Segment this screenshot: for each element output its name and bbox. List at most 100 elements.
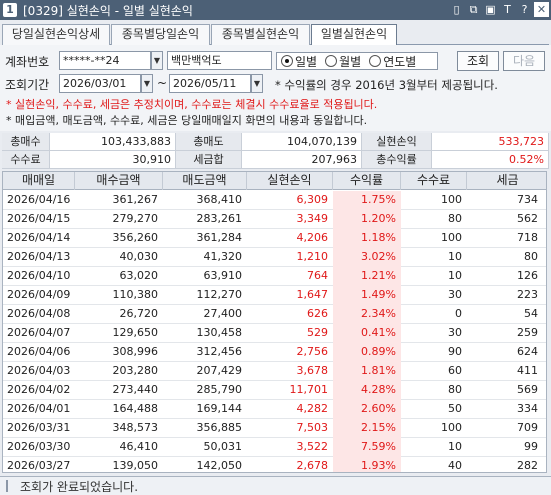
grid-header: 매매일 매수금액 매도금액 실현손익 수익률 수수료 세금 <box>3 172 546 190</box>
period-tilde: ~ <box>157 76 168 90</box>
tab-stock-realized[interactable]: 종목별실현손익 <box>211 24 310 45</box>
cell-return: 2.15% <box>333 419 401 438</box>
table-row[interactable]: 2026/04/01 164,488 169,144 4,282 2.60% 50 334 <box>3 400 546 419</box>
cell-date: 2026/04/16 <box>7 193 71 206</box>
tab-daily-detail[interactable]: 당일실현손익상세 <box>2 24 110 45</box>
cell-buy-amount: 46,410 <box>119 440 159 453</box>
cell-tax: 126 <box>517 269 538 282</box>
table-row[interactable]: 2026/04/09 110,380 112,270 1,647 1.49% 30 223 <box>3 286 546 305</box>
radio-monthly[interactable]: 월별 <box>325 53 361 70</box>
cell-date: 2026/04/08 <box>7 307 71 320</box>
table-row[interactable]: 2026/03/27 139,050 142,050 2,678 1.93% 40 282 <box>3 457 546 472</box>
account-number-input[interactable]: *****-**24 <box>59 51 151 70</box>
cell-return: 0.41% <box>333 324 401 343</box>
radio-daily[interactable]: 일별 <box>281 53 317 70</box>
cell-sell-amount: 368,410 <box>196 193 243 206</box>
cell-return: 2.60% <box>333 400 401 419</box>
cell-return: 1.81% <box>333 362 401 381</box>
radio-yearly[interactable]: 연도별 <box>369 53 416 70</box>
cell-fee: 30 <box>448 326 462 339</box>
start-date-input[interactable]: 2026/03/01 <box>59 74 141 93</box>
pin-icon[interactable]: T <box>500 2 515 17</box>
account-label: 계좌번호 <box>5 55 50 69</box>
account-dropdown-button[interactable]: ▼ <box>151 51 163 70</box>
summary-realized-value: 533,723 <box>432 133 549 151</box>
radio-monthly-dot[interactable] <box>325 55 338 67</box>
table-row[interactable]: 2026/04/15 279,270 283,261 3,349 1.20% 80 562 <box>3 210 546 229</box>
cell-buy-amount: 110,380 <box>112 288 159 301</box>
cell-sell-amount: 356,885 <box>196 421 243 434</box>
table-row[interactable]: 2026/04/06 308,996 312,456 2,756 0.89% 90 624 <box>3 343 546 362</box>
next-button[interactable]: 다음 <box>503 51 545 71</box>
radio-daily-dot[interactable] <box>281 55 293 67</box>
cell-tax: 282 <box>517 459 538 472</box>
cell-fee: 90 <box>448 345 462 358</box>
cell-sell-amount: 169,144 <box>196 402 243 415</box>
cell-date: 2026/04/06 <box>7 345 71 358</box>
end-date-input[interactable]: 2026/05/11 <box>169 74 251 93</box>
column-header-sell-amount[interactable]: 매도금액 <box>163 172 247 190</box>
end-date-calendar-button[interactable]: ▼ <box>251 74 263 93</box>
cell-tax: 259 <box>517 326 538 339</box>
table-row[interactable]: 2026/04/08 26,720 27,400 626 2.34% 0 54 <box>3 305 546 324</box>
cell-sell-amount: 207,429 <box>196 364 243 377</box>
table-row[interactable]: 2026/04/14 356,260 361,284 4,206 1.18% 100 718 <box>3 229 546 248</box>
summary-return-label: 총수익률 <box>362 151 432 169</box>
summary-table: 총매수 103,433,883 총매도 104,070,139 실현손익 533… <box>2 133 549 169</box>
status-icon <box>6 480 14 492</box>
cell-realized-pnl: 6,309 <box>296 193 329 206</box>
cell-realized-pnl: 4,206 <box>296 231 329 244</box>
cell-realized-pnl: 11,701 <box>289 383 329 396</box>
start-date-calendar-button[interactable]: ▼ <box>141 74 153 93</box>
title-bar-icons: ▯ ⧉ ▣ T ? ✕ <box>449 2 549 17</box>
table-row[interactable]: 2026/03/31 348,573 356,885 7,503 2.15% 100 709 <box>3 419 546 438</box>
column-header-fee[interactable]: 수수료 <box>401 172 467 190</box>
daily-realized-grid[interactable]: 매매일 매수금액 매도금액 실현손익 수익률 수수료 세금 2026/04/16… <box>2 171 547 473</box>
period-type-radio-group: 일별 월별 연도별 <box>276 52 438 70</box>
cell-realized-pnl: 1,647 <box>296 288 329 301</box>
table-row[interactable]: 2026/04/02 273,440 285,790 11,701 4.28% 80 569 <box>3 381 546 400</box>
help-icon[interactable]: ? <box>517 2 532 17</box>
cell-sell-amount: 312,456 <box>196 345 243 358</box>
copy-icon[interactable]: ▣ <box>483 2 498 17</box>
table-row[interactable]: 2026/03/30 46,410 50,031 3,522 7.59% 10 99 <box>3 438 546 457</box>
restore-icon[interactable]: ▯ <box>449 2 464 17</box>
column-header-tax[interactable]: 세금 <box>467 172 546 190</box>
cell-fee: 30 <box>448 288 462 301</box>
cell-date: 2026/04/13 <box>7 250 71 263</box>
table-row[interactable]: 2026/04/03 203,280 207,429 3,678 1.81% 60 411 <box>3 362 546 381</box>
cell-tax: 718 <box>517 231 538 244</box>
cell-fee: 0 <box>455 307 462 320</box>
new-window-icon[interactable]: ⧉ <box>466 2 481 17</box>
cell-buy-amount: 129,650 <box>112 326 159 339</box>
column-header-realized-pnl[interactable]: 실현손익 <box>247 172 333 190</box>
table-row[interactable]: 2026/04/10 63,020 63,910 764 1.21% 10 126 <box>3 267 546 286</box>
cell-date: 2026/04/09 <box>7 288 71 301</box>
column-header-date[interactable]: 매매일 <box>3 172 75 190</box>
tab-stock-daily[interactable]: 종목별당일손익 <box>111 24 210 45</box>
cell-tax: 569 <box>517 383 538 396</box>
cell-realized-pnl: 2,678 <box>296 459 329 472</box>
cell-realized-pnl: 626 <box>307 307 328 320</box>
query-panel: 계좌번호 *****-**24 ▼ 백만백억도 일별 월별 연도별 조회 다음 … <box>0 45 551 131</box>
cell-date: 2026/03/27 <box>7 459 71 472</box>
cell-tax: 411 <box>517 364 538 377</box>
return-availability-note: * 수익률의 경우 2016년 3월부터 제공됩니다. <box>275 78 498 92</box>
table-row[interactable]: 2026/04/13 40,030 41,320 1,210 3.02% 10 80 <box>3 248 546 267</box>
column-header-return[interactable]: 수익률 <box>333 172 401 190</box>
query-button[interactable]: 조회 <box>457 51 499 71</box>
summary-fee-value: 30,910 <box>50 151 176 169</box>
cell-sell-amount: 285,790 <box>196 383 243 396</box>
close-icon[interactable]: ✕ <box>534 2 549 17</box>
table-row[interactable]: 2026/04/07 129,650 130,458 529 0.41% 30 259 <box>3 324 546 343</box>
cell-fee: 60 <box>448 364 462 377</box>
column-header-buy-amount[interactable]: 매수금액 <box>75 172 163 190</box>
table-row[interactable]: 2026/04/16 361,267 368,410 6,309 1.75% 100 734 <box>3 191 546 210</box>
cell-buy-amount: 40,030 <box>119 250 159 263</box>
radio-yearly-dot[interactable] <box>369 55 382 67</box>
tab-daily-realized[interactable]: 일별실현손익 <box>311 24 397 46</box>
cell-tax: 709 <box>517 421 538 434</box>
consistency-note: * 매입금액, 매도금액, 수수료, 세금은 당일매매일지 화면의 내용과 동일… <box>6 114 368 127</box>
radio-daily-label: 일별 <box>295 54 318 69</box>
account-name-field: 백만백억도 <box>167 51 272 70</box>
